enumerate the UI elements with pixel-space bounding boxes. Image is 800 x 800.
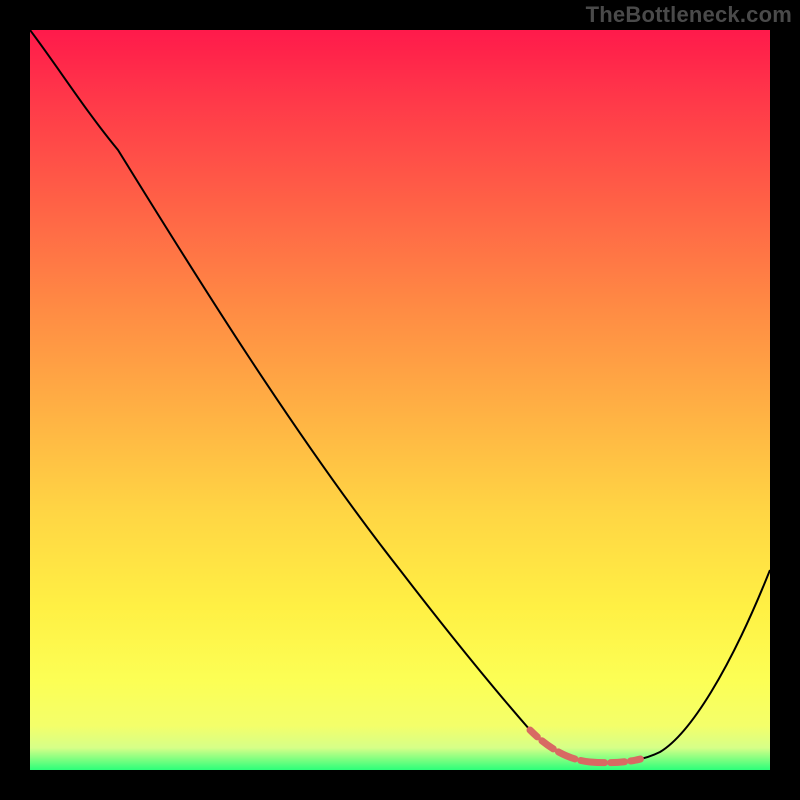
highlight-segment: [530, 730, 660, 763]
curve-layer: [30, 30, 770, 770]
plot-area: [30, 30, 770, 770]
bottleneck-curve: [30, 30, 770, 763]
chart-frame: TheBottleneck.com: [0, 0, 800, 800]
watermark-label: TheBottleneck.com: [586, 2, 792, 28]
